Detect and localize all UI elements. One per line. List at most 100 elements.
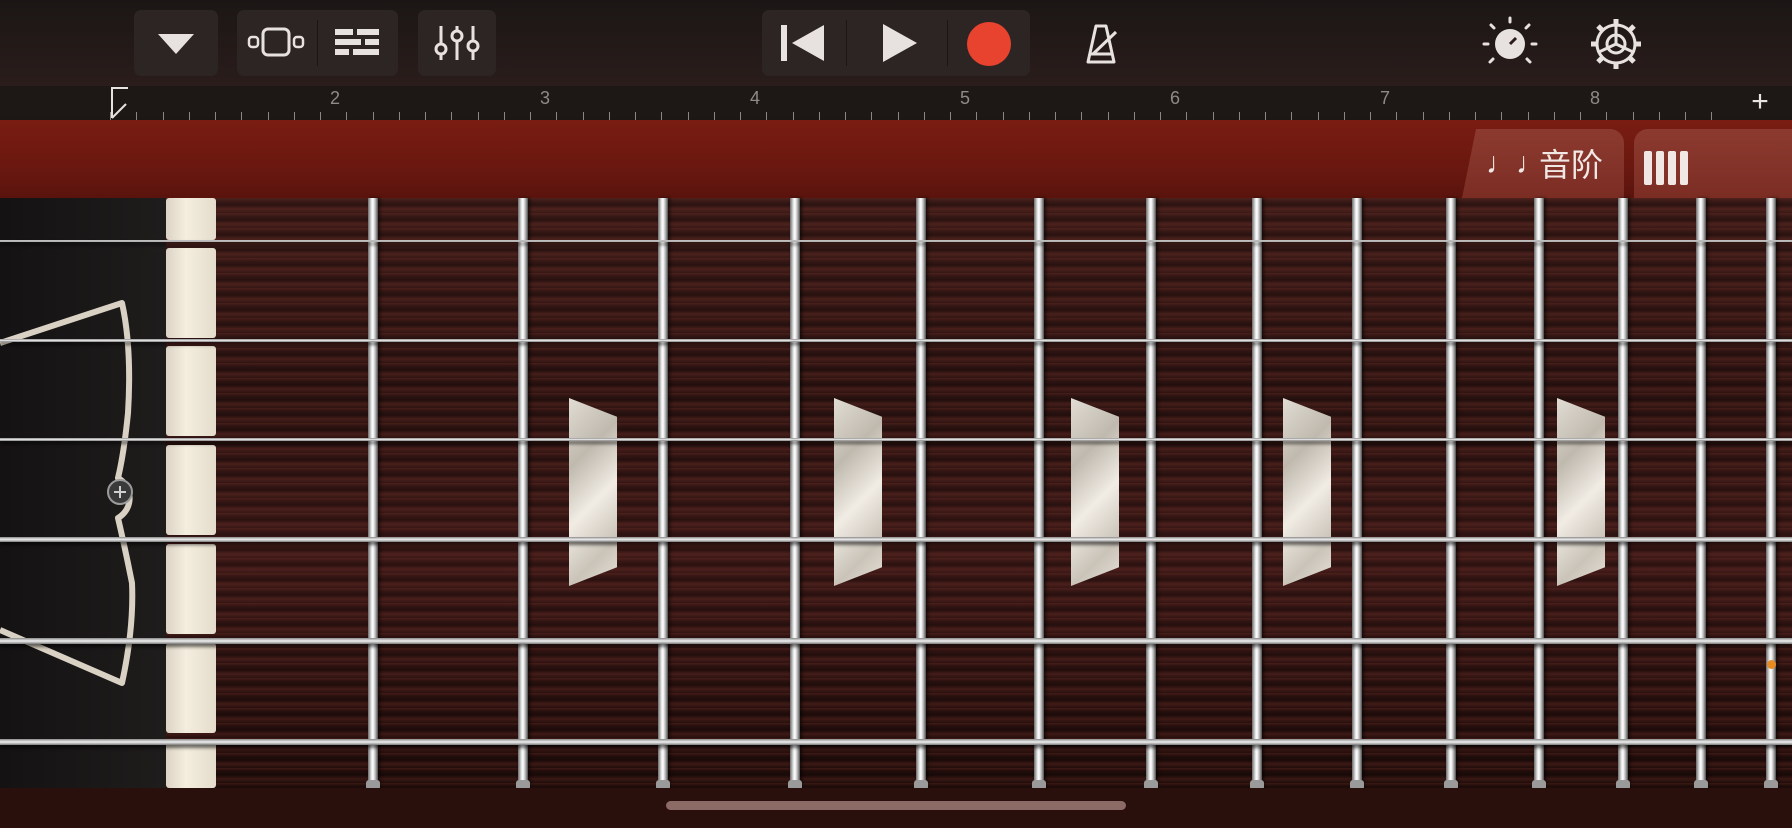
beat-tick bbox=[1580, 112, 1581, 120]
beat-tick bbox=[1606, 112, 1608, 120]
guitar-string[interactable] bbox=[0, 437, 1792, 441]
beat-tick bbox=[215, 112, 216, 120]
guitar-string[interactable] bbox=[0, 536, 1792, 542]
fret-inlay bbox=[834, 398, 882, 586]
beat-tick bbox=[923, 112, 925, 120]
beat-tick bbox=[871, 112, 873, 120]
beat-tick bbox=[582, 112, 584, 120]
add-section-button[interactable]: + bbox=[1738, 86, 1782, 120]
guitar-string[interactable] bbox=[0, 338, 1792, 342]
guitar-string[interactable] bbox=[0, 240, 1792, 242]
beat-tick bbox=[477, 112, 479, 120]
notes-icon: ♩♩ bbox=[1486, 147, 1546, 180]
fret-wire bbox=[1532, 198, 1546, 790]
truss-rod-cover bbox=[0, 300, 136, 686]
beat-tick bbox=[661, 112, 663, 120]
master-effects-button[interactable] bbox=[1470, 10, 1550, 76]
scale-label: 音阶 bbox=[1539, 147, 1604, 183]
skip-back-icon[interactable] bbox=[762, 10, 846, 76]
beat-tick bbox=[1160, 112, 1161, 120]
timeline-ruler[interactable]: 2 3 4 5 6 7 8 + bbox=[0, 86, 1792, 120]
playhead-marker[interactable] bbox=[110, 86, 130, 120]
fret-wire bbox=[788, 198, 802, 790]
metronome-button[interactable] bbox=[1060, 10, 1140, 76]
track-view-icon[interactable] bbox=[237, 10, 317, 76]
beat-tick bbox=[1028, 112, 1030, 120]
metronome-icon bbox=[1086, 24, 1118, 64]
bar-number: 3 bbox=[540, 88, 551, 108]
browser-menu-button[interactable] bbox=[134, 10, 218, 76]
beat-tick bbox=[818, 112, 820, 120]
fret-wire bbox=[656, 198, 670, 790]
beat-tick bbox=[1553, 112, 1555, 120]
beat-tick bbox=[1002, 112, 1004, 120]
record-icon[interactable] bbox=[948, 10, 1030, 76]
fret-wire bbox=[1694, 198, 1708, 790]
toolbar bbox=[0, 0, 1792, 86]
beat-tick bbox=[1343, 112, 1345, 120]
beat-tick bbox=[1422, 112, 1424, 120]
settings-button[interactable] bbox=[1576, 10, 1656, 76]
ruler-ticks: 2 3 4 5 6 7 8 bbox=[110, 86, 1736, 120]
position-marker bbox=[1767, 660, 1776, 669]
fret-inlay bbox=[569, 398, 617, 586]
sliders-icon bbox=[434, 26, 480, 60]
guitar-fretboard[interactable] bbox=[0, 198, 1792, 790]
beat-tick bbox=[1317, 112, 1319, 120]
beat-tick bbox=[1658, 112, 1660, 120]
bar-number: 7 bbox=[1380, 88, 1391, 108]
fret-wire bbox=[1250, 198, 1264, 790]
fret-inlay bbox=[1557, 398, 1605, 586]
beat-tick bbox=[792, 112, 794, 120]
bar-number: 5 bbox=[960, 88, 971, 108]
beat-tick bbox=[687, 112, 689, 120]
fret-inlay bbox=[1283, 398, 1331, 586]
beat-tick bbox=[293, 112, 295, 120]
beat-tick bbox=[1265, 112, 1266, 120]
beat-tick bbox=[1632, 112, 1634, 120]
beat-tick bbox=[897, 112, 899, 120]
transport-controls bbox=[762, 10, 1030, 76]
mixer-button[interactable] bbox=[418, 10, 496, 76]
beat-tick bbox=[241, 112, 243, 120]
beat-tick bbox=[398, 112, 400, 120]
guitar-string[interactable] bbox=[0, 638, 1792, 644]
beat-tick bbox=[1711, 112, 1713, 120]
beat-tick bbox=[713, 112, 715, 120]
beat-tick bbox=[950, 112, 951, 120]
beat-tick bbox=[1081, 112, 1083, 120]
beat-tick bbox=[320, 112, 321, 120]
beat-tick bbox=[1370, 112, 1371, 120]
beat-tick bbox=[1107, 112, 1109, 120]
guitar-nut bbox=[166, 198, 216, 788]
beat-tick bbox=[136, 112, 138, 120]
beat-tick bbox=[346, 112, 348, 120]
home-indicator[interactable] bbox=[666, 801, 1126, 810]
beat-tick bbox=[267, 112, 269, 120]
beat-tick bbox=[1238, 112, 1240, 120]
beat-tick bbox=[1055, 112, 1056, 120]
guitar-string[interactable] bbox=[0, 739, 1792, 745]
beat-tick bbox=[1186, 112, 1188, 120]
beat-tick bbox=[1212, 112, 1214, 120]
beat-tick bbox=[188, 112, 190, 120]
beat-tick bbox=[766, 112, 768, 120]
notes-layout-toggle[interactable] bbox=[1634, 129, 1792, 198]
beat-tick bbox=[1685, 112, 1686, 120]
beat-tick bbox=[530, 112, 531, 120]
play-icon[interactable] bbox=[847, 10, 947, 76]
beat-tick bbox=[1133, 112, 1135, 120]
beat-tick bbox=[845, 112, 846, 120]
beat-tick bbox=[162, 112, 164, 120]
bar-number: 8 bbox=[1590, 88, 1601, 108]
scale-button[interactable]: ♩♩ 音阶 bbox=[1462, 129, 1624, 198]
headstock bbox=[0, 198, 166, 788]
beat-tick bbox=[608, 112, 610, 120]
bottom-bar bbox=[0, 788, 1792, 828]
beat-tick bbox=[372, 112, 374, 120]
list-icon[interactable] bbox=[318, 10, 398, 76]
beat-tick bbox=[1501, 112, 1503, 120]
view-button-group bbox=[237, 10, 398, 76]
beat-tick bbox=[1475, 112, 1476, 120]
fret-wire bbox=[914, 198, 928, 790]
